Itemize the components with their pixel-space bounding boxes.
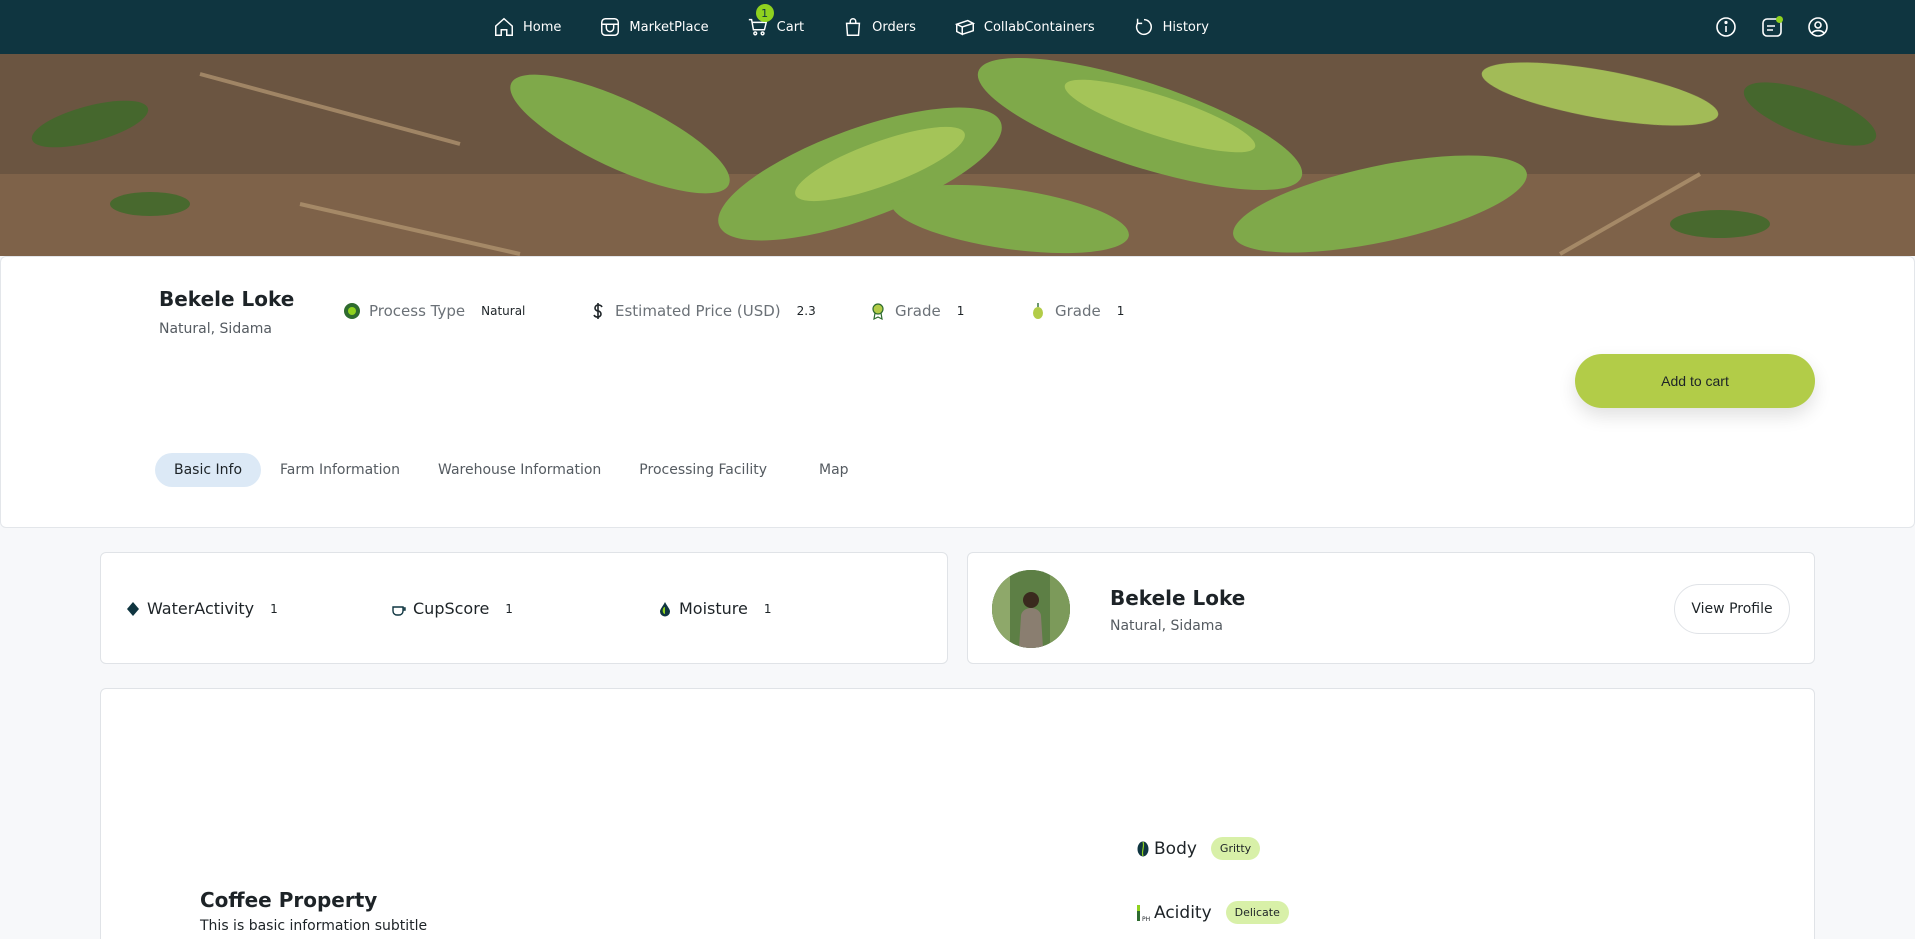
- nav-orders-label: Orders: [872, 19, 916, 35]
- profile-subtitle: Natural, Sidama: [1110, 618, 1223, 634]
- tab-warehouse-information[interactable]: Warehouse Information: [419, 453, 620, 487]
- nav-home-label: Home: [523, 19, 562, 35]
- droplet-icon: [660, 601, 670, 616]
- seller-subtitle: Natural, Sidama: [159, 321, 272, 337]
- nav-home[interactable]: Home: [493, 16, 561, 38]
- attr-grade-2: Grade 1: [1029, 302, 1124, 320]
- attr-grade-1: Grade 1: [869, 302, 964, 320]
- home-icon: [495, 17, 513, 36]
- cart-count-badge: 1: [755, 4, 774, 22]
- stat-value: 1: [505, 601, 513, 616]
- notification-dot: [1776, 16, 1783, 23]
- profile-name: Bekele Loke: [1110, 586, 1246, 610]
- nav-collabcontainers-label: CollabContainers: [983, 19, 1095, 35]
- dollar-icon: [593, 303, 603, 319]
- product-header-card: Bekele Loke Natural, Sidama Process Type…: [0, 256, 1915, 528]
- body-icon: [1137, 841, 1149, 856]
- container-icon: [954, 19, 976, 36]
- nav-orders[interactable]: Orders: [842, 16, 916, 38]
- bag-icon: [845, 18, 861, 36]
- nav-marketplace-label: MarketPlace: [629, 19, 709, 35]
- notifications-icon[interactable]: [1760, 15, 1784, 39]
- attr-value: 1: [956, 304, 965, 318]
- property-subtitle: This is basic information subtitle: [200, 918, 428, 934]
- attr-process-type: Process Type Natural: [343, 302, 525, 320]
- quality-stats-card: WaterActivity 1 CupScore 1 Moisture 1: [100, 552, 948, 664]
- stat-moisture: Moisture 1: [657, 599, 772, 618]
- attr-label: Process Type: [369, 302, 466, 320]
- water-activity-icon: [127, 601, 139, 616]
- stat-label: Moisture: [679, 599, 748, 618]
- property-label: Acidity: [1154, 902, 1212, 923]
- property-title: Coffee Property: [200, 888, 378, 912]
- attr-label: Grade: [1055, 302, 1101, 320]
- add-to-cart-button[interactable]: Add to cart: [1575, 354, 1815, 408]
- process-type-icon: [344, 303, 360, 319]
- attr-estimated-price: Estimated Price (USD) 2.3: [589, 302, 816, 320]
- nav-history-label: History: [1162, 19, 1209, 35]
- nav-collabcontainers[interactable]: CollabContainers: [954, 16, 1095, 38]
- nav-cart-label: Cart: [776, 19, 805, 35]
- property-value-pill: Delicate: [1225, 901, 1289, 924]
- tab-farm-information[interactable]: Farm Information: [261, 453, 419, 487]
- info-tabs: Basic Info Farm Information Warehouse In…: [155, 453, 868, 487]
- history-icon: [1135, 18, 1152, 36]
- seller-name: Bekele Loke: [159, 287, 295, 311]
- tab-processing-facility[interactable]: Processing Facility: [620, 453, 786, 487]
- attr-value: 1: [1116, 304, 1125, 318]
- avatar: [992, 570, 1070, 648]
- property-label: Body: [1154, 838, 1197, 859]
- top-right-actions: [1714, 0, 1830, 54]
- tab-map[interactable]: Map: [800, 453, 868, 487]
- coffee-bean-icon: [1033, 303, 1043, 319]
- stat-water-activity: WaterActivity 1: [125, 599, 278, 618]
- account-icon[interactable]: [1806, 15, 1830, 39]
- stat-value: 1: [763, 601, 772, 616]
- view-profile-button[interactable]: View Profile: [1674, 584, 1790, 634]
- award-icon: [872, 303, 884, 320]
- hero-banner-image: [0, 54, 1915, 256]
- tab-basic-info[interactable]: Basic Info: [155, 453, 262, 487]
- property-value-pill: Gritty: [1210, 837, 1261, 860]
- stat-label: CupScore: [413, 599, 490, 618]
- stat-label: WaterActivity: [147, 599, 255, 618]
- stat-value: 1: [270, 601, 278, 616]
- attr-value: Natural: [481, 304, 526, 318]
- svg-text:PH: PH: [1142, 916, 1150, 922]
- cup-icon: [392, 605, 406, 616]
- nav-marketplace[interactable]: MarketPlace: [599, 16, 709, 38]
- main-nav: Home MarketPlace 1 Cart Orders CollabCon…: [493, 0, 1247, 54]
- nav-cart[interactable]: 1 Cart: [747, 4, 805, 38]
- top-navbar: Home MarketPlace 1 Cart Orders CollabCon…: [0, 0, 1915, 54]
- info-icon[interactable]: [1714, 15, 1738, 39]
- property-body-row: Body Gritty: [1136, 837, 1261, 860]
- seller-profile-card: Bekele Loke Natural, Sidama View Profile: [967, 552, 1815, 664]
- attr-label: Estimated Price (USD): [615, 302, 781, 320]
- stat-cupscore: CupScore 1: [391, 599, 513, 618]
- attr-label: Grade: [895, 302, 941, 320]
- property-acidity-row: PH Acidity Delicate: [1136, 901, 1289, 924]
- attr-value: 2.3: [796, 304, 816, 318]
- store-icon: [601, 18, 620, 36]
- nav-history[interactable]: History: [1133, 16, 1209, 38]
- ph-icon: PH: [1137, 904, 1150, 922]
- coffee-property-card: Body Gritty PH Acidity Delicate Coffee P…: [100, 688, 1815, 939]
